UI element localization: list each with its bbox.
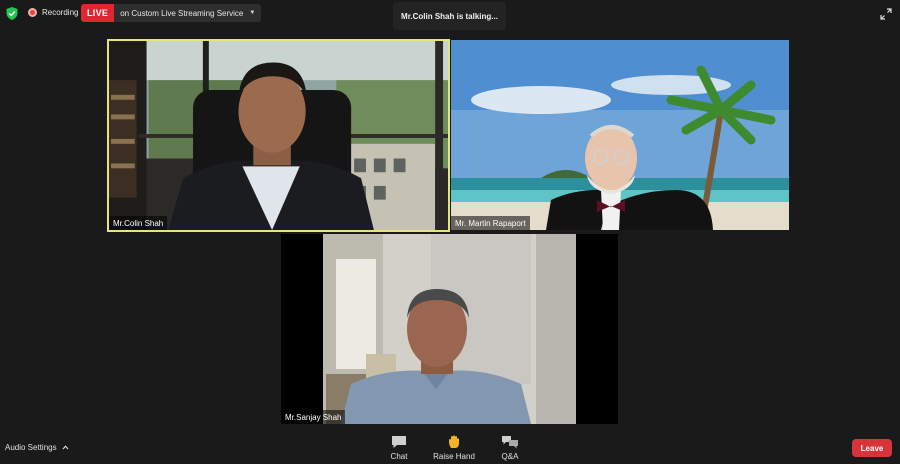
live-service-label: on Custom Live Streaming Service	[120, 8, 244, 18]
qa-button[interactable]: Q&A	[490, 435, 530, 461]
participant-video	[281, 234, 618, 424]
fullscreen-icon[interactable]	[880, 8, 892, 20]
participant-name: Mr. Martin Rapaport	[451, 216, 530, 230]
raise-hand-button[interactable]: Raise Hand	[427, 435, 481, 461]
caret-down-icon: ▼	[249, 10, 256, 16]
participant-video	[451, 40, 789, 230]
chevron-up-icon	[62, 445, 69, 450]
leave-button[interactable]: Leave	[852, 439, 892, 457]
chat-button[interactable]: Chat	[379, 435, 419, 461]
raise-hand-icon	[449, 435, 459, 448]
shield-icon[interactable]	[6, 7, 18, 20]
recording-dot-icon	[28, 8, 37, 17]
video-tile-colin-shah[interactable]: Mr.Colin Shah	[107, 39, 450, 232]
video-tile-martin-rapaport[interactable]: Mr. Martin Rapaport	[451, 40, 789, 230]
meeting-topbar: Recording LIVE on Custom Live Streaming …	[0, 0, 900, 30]
chat-label: Chat	[390, 452, 408, 461]
participant-name: Mr.Sanjay Shah	[281, 410, 346, 424]
audio-settings-label: Audio Settings	[5, 443, 57, 452]
recording-label: Recording	[42, 8, 79, 17]
qa-icon	[502, 436, 518, 449]
chat-icon	[392, 436, 406, 448]
participant-video	[109, 41, 448, 230]
live-service-dropdown[interactable]: on Custom Live Streaming Service ▼	[114, 4, 262, 22]
talking-banner: Mr.Colin Shah is talking...	[393, 2, 506, 30]
video-tile-sanjay-shah[interactable]: Mr.Sanjay Shah	[281, 234, 618, 424]
live-badge: LIVE	[81, 4, 115, 22]
recording-indicator[interactable]: Recording	[28, 8, 78, 17]
participant-name: Mr.Colin Shah	[109, 216, 168, 230]
live-stream-control[interactable]: LIVE on Custom Live Streaming Service ▼	[81, 4, 262, 22]
raise-hand-label: Raise Hand	[433, 452, 475, 461]
qa-label: Q&A	[501, 452, 519, 461]
audio-settings-button[interactable]: Audio Settings	[5, 443, 69, 452]
